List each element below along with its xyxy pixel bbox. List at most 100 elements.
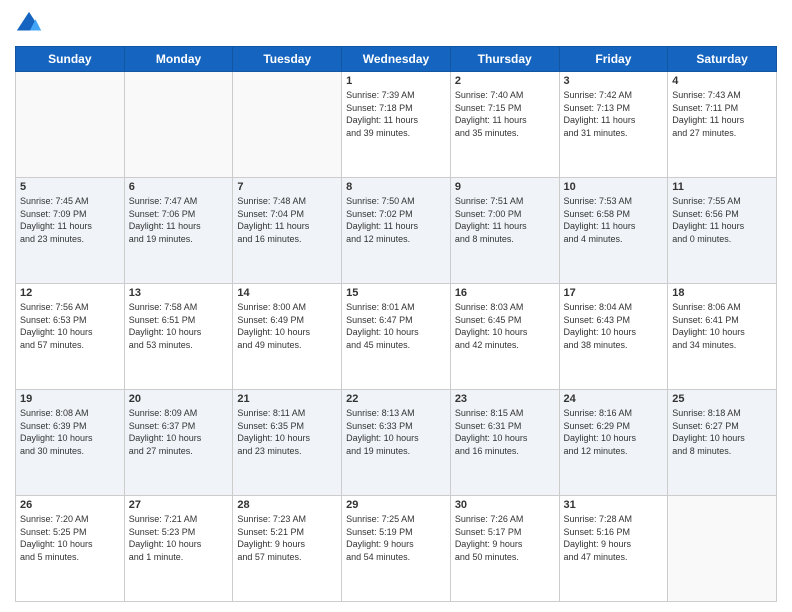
calendar-day-cell	[668, 496, 777, 602]
day-number: 26	[20, 499, 120, 511]
day-number: 23	[455, 393, 555, 405]
calendar-day-cell: 18 Sunrise: 8:06 AM Sunset: 6:41 PM Dayli…	[668, 284, 777, 390]
day-number: 16	[455, 287, 555, 299]
day-number: 27	[129, 499, 229, 511]
day-info: Sunrise: 7:20 AM Sunset: 5:25 PM Dayligh…	[20, 513, 120, 563]
day-info: Sunrise: 7:28 AM Sunset: 5:16 PM Dayligh…	[564, 513, 664, 563]
calendar-day-cell: 21 Sunrise: 8:11 AM Sunset: 6:35 PM Dayli…	[233, 390, 342, 496]
day-info: Sunrise: 8:03 AM Sunset: 6:45 PM Dayligh…	[455, 301, 555, 351]
day-info: Sunrise: 7:40 AM Sunset: 7:15 PM Dayligh…	[455, 89, 555, 139]
calendar-day-cell: 3 Sunrise: 7:42 AM Sunset: 7:13 PM Daylig…	[559, 72, 668, 178]
day-number: 31	[564, 499, 664, 511]
calendar-table: SundayMondayTuesdayWednesdayThursdayFrid…	[15, 46, 777, 602]
weekday-header: Thursday	[450, 47, 559, 72]
day-info: Sunrise: 7:56 AM Sunset: 6:53 PM Dayligh…	[20, 301, 120, 351]
day-number: 6	[129, 181, 229, 193]
weekday-header: Tuesday	[233, 47, 342, 72]
day-info: Sunrise: 7:21 AM Sunset: 5:23 PM Dayligh…	[129, 513, 229, 563]
calendar-day-cell: 4 Sunrise: 7:43 AM Sunset: 7:11 PM Daylig…	[668, 72, 777, 178]
day-info: Sunrise: 8:09 AM Sunset: 6:37 PM Dayligh…	[129, 407, 229, 457]
day-number: 29	[346, 499, 446, 511]
day-info: Sunrise: 7:25 AM Sunset: 5:19 PM Dayligh…	[346, 513, 446, 563]
day-info: Sunrise: 7:43 AM Sunset: 7:11 PM Dayligh…	[672, 89, 772, 139]
header	[15, 10, 777, 38]
day-info: Sunrise: 8:04 AM Sunset: 6:43 PM Dayligh…	[564, 301, 664, 351]
calendar-day-cell: 12Sunrise: 7:56 AM Sunset: 6:53 PM Dayli…	[16, 284, 125, 390]
calendar-day-cell: 24 Sunrise: 8:16 AM Sunset: 6:29 PM Dayli…	[559, 390, 668, 496]
day-info: Sunrise: 7:55 AM Sunset: 6:56 PM Dayligh…	[672, 195, 772, 245]
day-info: Sunrise: 8:18 AM Sunset: 6:27 PM Dayligh…	[672, 407, 772, 457]
calendar-day-cell: 5Sunrise: 7:45 AM Sunset: 7:09 PM Daylig…	[16, 178, 125, 284]
day-number: 15	[346, 287, 446, 299]
day-number: 30	[455, 499, 555, 511]
calendar-day-cell: 28 Sunrise: 7:23 AM Sunset: 5:21 PM Dayli…	[233, 496, 342, 602]
day-info: Sunrise: 8:06 AM Sunset: 6:41 PM Dayligh…	[672, 301, 772, 351]
day-info: Sunrise: 8:15 AM Sunset: 6:31 PM Dayligh…	[455, 407, 555, 457]
day-number: 7	[237, 181, 337, 193]
day-info: Sunrise: 7:48 AM Sunset: 7:04 PM Dayligh…	[237, 195, 337, 245]
calendar-day-cell: 26 Sunrise: 7:20 AM Sunset: 5:25 PM Dayli…	[16, 496, 125, 602]
day-number: 11	[672, 181, 772, 193]
day-number: 20	[129, 393, 229, 405]
calendar-day-cell	[16, 72, 125, 178]
day-info: Sunrise: 8:13 AM Sunset: 6:33 PM Dayligh…	[346, 407, 446, 457]
calendar-day-cell: 13 Sunrise: 7:58 AM Sunset: 6:51 PM Dayli…	[124, 284, 233, 390]
day-info: Sunrise: 7:51 AM Sunset: 7:00 PM Dayligh…	[455, 195, 555, 245]
calendar-week-row: 19 Sunrise: 8:08 AM Sunset: 6:39 PM Dayli…	[16, 390, 777, 496]
calendar-day-cell: 1Sunrise: 7:39 AM Sunset: 7:18 PM Daylig…	[342, 72, 451, 178]
calendar-week-row: 12Sunrise: 7:56 AM Sunset: 6:53 PM Dayli…	[16, 284, 777, 390]
calendar-day-cell	[124, 72, 233, 178]
calendar-day-cell: 17Sunrise: 8:04 AM Sunset: 6:43 PM Dayli…	[559, 284, 668, 390]
calendar-day-cell: 16 Sunrise: 8:03 AM Sunset: 6:45 PM Dayli…	[450, 284, 559, 390]
day-info: Sunrise: 8:16 AM Sunset: 6:29 PM Dayligh…	[564, 407, 664, 457]
calendar-day-cell: 7 Sunrise: 7:48 AM Sunset: 7:04 PM Daylig…	[233, 178, 342, 284]
day-number: 28	[237, 499, 337, 511]
calendar-day-cell: 2 Sunrise: 7:40 AM Sunset: 7:15 PM Daylig…	[450, 72, 559, 178]
day-info: Sunrise: 7:47 AM Sunset: 7:06 PM Dayligh…	[129, 195, 229, 245]
calendar-week-row: 1Sunrise: 7:39 AM Sunset: 7:18 PM Daylig…	[16, 72, 777, 178]
day-info: Sunrise: 7:23 AM Sunset: 5:21 PM Dayligh…	[237, 513, 337, 563]
day-info: Sunrise: 7:42 AM Sunset: 7:13 PM Dayligh…	[564, 89, 664, 139]
day-number: 13	[129, 287, 229, 299]
day-info: Sunrise: 8:08 AM Sunset: 6:39 PM Dayligh…	[20, 407, 120, 457]
calendar-day-cell: 15 Sunrise: 8:01 AM Sunset: 6:47 PM Dayli…	[342, 284, 451, 390]
calendar-body: 1Sunrise: 7:39 AM Sunset: 7:18 PM Daylig…	[16, 72, 777, 602]
day-info: Sunrise: 7:53 AM Sunset: 6:58 PM Dayligh…	[564, 195, 664, 245]
day-number: 18	[672, 287, 772, 299]
day-number: 3	[564, 75, 664, 87]
day-number: 21	[237, 393, 337, 405]
weekday-header: Monday	[124, 47, 233, 72]
day-number: 9	[455, 181, 555, 193]
day-number: 8	[346, 181, 446, 193]
day-info: Sunrise: 8:01 AM Sunset: 6:47 PM Dayligh…	[346, 301, 446, 351]
day-number: 24	[564, 393, 664, 405]
day-number: 19	[20, 393, 120, 405]
calendar-day-cell: 29 Sunrise: 7:25 AM Sunset: 5:19 PM Dayli…	[342, 496, 451, 602]
day-info: Sunrise: 8:00 AM Sunset: 6:49 PM Dayligh…	[237, 301, 337, 351]
day-number: 5	[20, 181, 120, 193]
calendar-day-cell: 11 Sunrise: 7:55 AM Sunset: 6:56 PM Dayli…	[668, 178, 777, 284]
page: SundayMondayTuesdayWednesdayThursdayFrid…	[0, 0, 792, 612]
weekday-header: Friday	[559, 47, 668, 72]
day-info: Sunrise: 7:26 AM Sunset: 5:17 PM Dayligh…	[455, 513, 555, 563]
calendar-day-cell: 9 Sunrise: 7:51 AM Sunset: 7:00 PM Daylig…	[450, 178, 559, 284]
day-number: 2	[455, 75, 555, 87]
calendar-day-cell: 20 Sunrise: 8:09 AM Sunset: 6:37 PM Dayli…	[124, 390, 233, 496]
weekday-header: Wednesday	[342, 47, 451, 72]
calendar-day-cell: 30 Sunrise: 7:26 AM Sunset: 5:17 PM Dayli…	[450, 496, 559, 602]
day-number: 14	[237, 287, 337, 299]
day-info: Sunrise: 7:39 AM Sunset: 7:18 PM Dayligh…	[346, 89, 446, 139]
calendar-day-cell	[233, 72, 342, 178]
logo	[15, 10, 47, 38]
calendar-day-cell: 22 Sunrise: 8:13 AM Sunset: 6:33 PM Dayli…	[342, 390, 451, 496]
calendar-day-cell: 6 Sunrise: 7:47 AM Sunset: 7:06 PM Daylig…	[124, 178, 233, 284]
day-info: Sunrise: 7:58 AM Sunset: 6:51 PM Dayligh…	[129, 301, 229, 351]
day-number: 22	[346, 393, 446, 405]
weekday-header: Saturday	[668, 47, 777, 72]
calendar-day-cell: 14 Sunrise: 8:00 AM Sunset: 6:49 PM Dayli…	[233, 284, 342, 390]
day-number: 4	[672, 75, 772, 87]
day-number: 10	[564, 181, 664, 193]
calendar-day-cell: 27 Sunrise: 7:21 AM Sunset: 5:23 PM Dayli…	[124, 496, 233, 602]
calendar-week-row: 5Sunrise: 7:45 AM Sunset: 7:09 PM Daylig…	[16, 178, 777, 284]
day-info: Sunrise: 8:11 AM Sunset: 6:35 PM Dayligh…	[237, 407, 337, 457]
